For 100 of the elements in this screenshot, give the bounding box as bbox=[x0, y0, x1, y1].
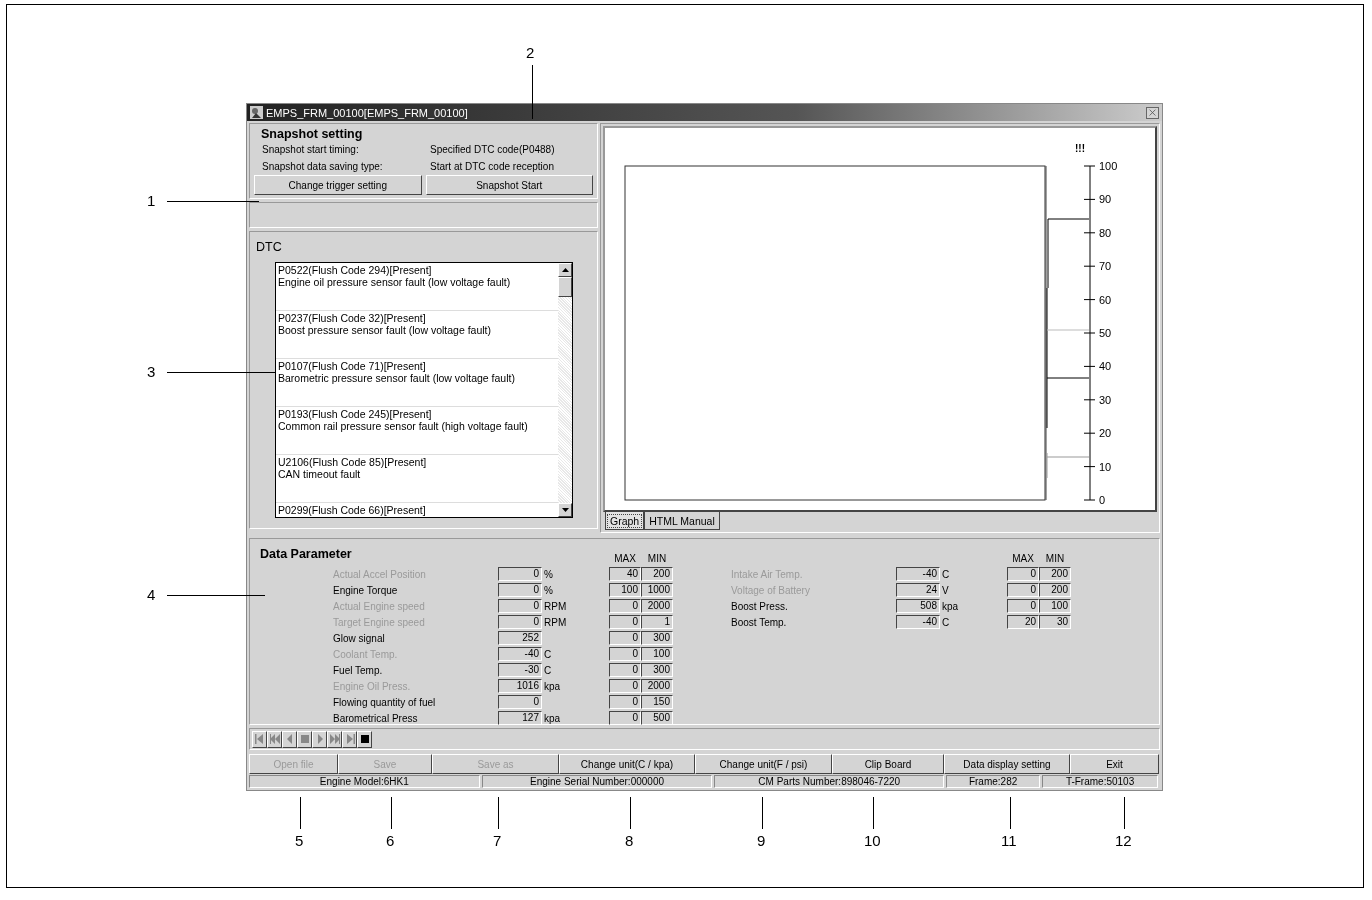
value-field: -40 bbox=[896, 615, 940, 629]
callout-number: 1 bbox=[147, 193, 156, 209]
change-trigger-button[interactable]: Change trigger setting bbox=[254, 175, 422, 195]
min-field[interactable]: 500 bbox=[641, 711, 673, 725]
min-field[interactable]: 150 bbox=[641, 695, 673, 709]
min-field[interactable]: 1000 bbox=[641, 583, 673, 597]
value-field: 508 bbox=[896, 599, 940, 613]
play-icon[interactable] bbox=[312, 730, 327, 748]
parameter-label: Glow signal bbox=[333, 632, 386, 644]
parameter-label: Barometrical Press bbox=[333, 712, 419, 724]
callout-number: 4 bbox=[147, 587, 156, 603]
parameter-label: Boost Temp. bbox=[731, 616, 788, 628]
axis-tick-label: 90 bbox=[1099, 193, 1112, 206]
unit-label: RPM bbox=[543, 600, 568, 612]
value-field: 252 bbox=[498, 631, 542, 645]
toolbar-button[interactable]: Exit bbox=[1070, 754, 1159, 774]
status-cell: Engine Serial Number:000000 bbox=[481, 775, 713, 788]
min-field[interactable]: 30 bbox=[1039, 615, 1071, 629]
scroll-up-icon[interactable] bbox=[561, 268, 569, 272]
column-header: MAX bbox=[1011, 552, 1035, 564]
value-field: 0 bbox=[498, 583, 542, 597]
step-back-icon[interactable] bbox=[282, 730, 297, 748]
max-field[interactable]: 0 bbox=[609, 663, 641, 677]
unit-label: kpa bbox=[543, 680, 562, 692]
leader-line bbox=[532, 65, 533, 119]
close-icon[interactable] bbox=[1146, 106, 1159, 119]
setting-value: Specified DTC code(P0488) bbox=[430, 143, 556, 157]
min-field[interactable]: 100 bbox=[1039, 599, 1071, 613]
fast-forward-icon[interactable] bbox=[327, 730, 342, 748]
value-field: 0 bbox=[498, 615, 542, 629]
value-field: 127 bbox=[498, 711, 542, 725]
value-field: 0 bbox=[498, 567, 542, 581]
rewind-icon[interactable] bbox=[267, 730, 282, 748]
axis-tick-label: 40 bbox=[1099, 360, 1112, 373]
unit-label: C bbox=[543, 648, 553, 660]
value-field: -30 bbox=[498, 663, 542, 677]
value-field: 1016 bbox=[498, 679, 542, 693]
scrollbar[interactable] bbox=[558, 263, 572, 517]
leader-line bbox=[1010, 797, 1011, 829]
max-field[interactable]: 20 bbox=[1007, 615, 1039, 629]
snapshot-start-button[interactable]: Snapshot Start bbox=[425, 175, 593, 195]
stop-icon[interactable] bbox=[297, 730, 312, 748]
parameter-label: Coolant Temp. bbox=[333, 648, 399, 660]
max-field[interactable]: 0 bbox=[1007, 599, 1039, 613]
toolbar-button[interactable]: Data display setting bbox=[944, 754, 1070, 774]
warning-marker: !!! bbox=[1075, 143, 1085, 154]
axis-tick-label: 20 bbox=[1099, 427, 1112, 440]
value-field: -40 bbox=[498, 647, 542, 661]
axis-tick-label: 70 bbox=[1099, 260, 1112, 273]
value-field: 0 bbox=[498, 599, 542, 613]
max-field[interactable]: 0 bbox=[609, 711, 641, 725]
toolbar-button[interactable]: Change unit(F / psi) bbox=[695, 754, 832, 774]
unit-label: C bbox=[941, 616, 951, 628]
dtc-item[interactable]: P0299(Flush Code 66)[Present] bbox=[276, 503, 558, 517]
section-title: DTC bbox=[256, 240, 283, 254]
toolbar-button[interactable]: Change unit(C / kpa) bbox=[559, 754, 695, 774]
leader-line bbox=[1124, 797, 1125, 829]
tab[interactable]: Graph bbox=[605, 512, 645, 530]
column-header: MAX bbox=[613, 552, 637, 564]
leader-line bbox=[873, 797, 874, 829]
parameter-label: Fuel Temp. bbox=[333, 664, 384, 676]
setting-label: Snapshot start timing: bbox=[262, 143, 360, 157]
stop-icon[interactable] bbox=[357, 730, 372, 748]
app-icon bbox=[250, 106, 263, 119]
callout-number: 12 bbox=[1115, 833, 1132, 849]
window-title: EMPS_FRM_00100[EMPS_FRM_00100] bbox=[266, 106, 468, 119]
axis-tick-label: 30 bbox=[1099, 393, 1112, 406]
unit-label: RPM bbox=[543, 616, 568, 628]
parameter-label: Boost Press. bbox=[731, 600, 789, 612]
leader-line bbox=[300, 797, 301, 829]
section-title: Data Parameter bbox=[260, 547, 352, 561]
max-field[interactable]: 100 bbox=[609, 583, 641, 597]
skip-to-start-icon[interactable] bbox=[252, 730, 267, 748]
unit-label: % bbox=[543, 584, 554, 596]
unit-label: kpa bbox=[543, 712, 562, 724]
tab[interactable]: HTML Manual bbox=[644, 512, 720, 530]
unit-label: C bbox=[941, 568, 951, 580]
status-cell: Frame:282 bbox=[946, 775, 1041, 788]
callout-number: 7 bbox=[493, 833, 502, 849]
parameter-label: Actual Engine speed bbox=[333, 600, 426, 612]
unit-label: C bbox=[543, 664, 553, 676]
leader-line bbox=[630, 797, 631, 829]
setting-value: Start at DTC code reception bbox=[430, 160, 555, 174]
callout-number: 11 bbox=[1001, 833, 1017, 849]
section-title: Snapshot setting bbox=[260, 127, 364, 141]
max-field[interactable]: 0 bbox=[609, 695, 641, 709]
scroll-down-icon[interactable] bbox=[561, 508, 569, 512]
min-field[interactable]: 300 bbox=[641, 631, 673, 645]
callout-number: 10 bbox=[864, 833, 881, 849]
max-field[interactable]: 0 bbox=[609, 631, 641, 645]
axis-tick-label: 80 bbox=[1099, 226, 1112, 239]
callout-number: 9 bbox=[757, 833, 766, 849]
parameter-label: Flowing quantity of fuel bbox=[333, 696, 437, 708]
callout-number: 5 bbox=[295, 833, 304, 849]
skip-to-end-icon[interactable] bbox=[342, 730, 357, 748]
status-cell: CM Parts Number:898046-7220 bbox=[714, 775, 945, 788]
toolbar-button[interactable]: Clip Board bbox=[832, 754, 944, 774]
scroll-thumb[interactable] bbox=[558, 277, 572, 297]
min-field[interactable]: 300 bbox=[641, 663, 673, 677]
leader-line bbox=[762, 797, 763, 829]
